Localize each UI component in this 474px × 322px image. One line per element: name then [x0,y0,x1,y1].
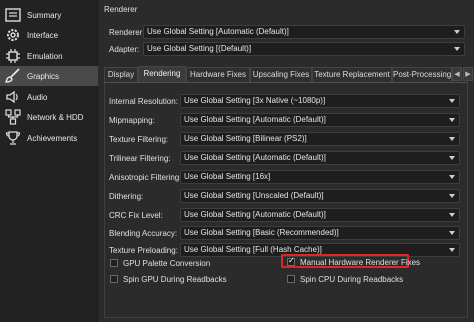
sidebar-item-label: Interface [27,31,59,40]
chevron-left-icon: ◀ [454,71,460,78]
trilinear-filtering-select[interactable]: Use Global Setting [Automatic (Default)] [180,151,460,165]
mipmapping-label: Mipmapping: [109,116,155,125]
tab-texture-replacement[interactable]: Texture Replacement [312,67,392,82]
checkbox-box[interactable] [110,275,118,283]
brush-icon [4,68,22,84]
manual-hardware-renderer-fixes-checkbox[interactable]: Manual Hardware Renderer Fixes [287,256,420,268]
tab-display[interactable]: Display [104,67,138,82]
tab-scroll-left-button[interactable]: ◀ [452,67,462,81]
anisotropic-filtering-label: Anisotropic Filtering: [109,173,182,182]
sidebar-item-graphics[interactable]: Graphics [0,66,98,86]
select-value: Use Global Setting [Automatic (Default)] [184,115,326,124]
select-value: Use Global Setting [16x] [184,172,271,181]
sidebar-item-label: Summary [27,11,62,20]
checkbox-box[interactable] [287,256,295,266]
chevron-down-icon [449,248,455,252]
chevron-down-icon [449,194,455,198]
dithering-label: Dithering: [109,192,144,201]
chevron-down-icon [449,213,455,217]
texture-preloading-label: Texture Preloading: [109,246,178,255]
chip-icon [4,48,22,64]
adapter-select-value: Use Global Setting [(Default)] [147,44,252,53]
sidebar-item-label: Emulation [27,52,63,61]
select-value: Use Global Setting [Bilinear (PS2)] [184,134,307,143]
mipmapping-select[interactable]: Use Global Setting [Automatic (Default)] [180,113,460,127]
chevron-down-icon [449,99,455,103]
chevron-down-icon [449,175,455,179]
chevron-right-icon: ▶ [465,71,471,78]
adapter-label: Adapter: [109,45,140,54]
select-value: Use Global Setting [Automatic (Default)] [184,210,326,219]
blending-accuracy-select[interactable]: Use Global Setting [Basic (Recommended)] [180,226,460,240]
internal-resolution-select[interactable]: Use Global Setting [3x Native (~1080p)] [180,94,460,108]
sidebar-item-network-hdd[interactable]: Network & HDD [0,107,98,127]
chevron-down-icon [449,118,455,122]
sidebar-item-label: Audio [27,93,48,102]
sidebar-item-label: Network & HDD [27,113,84,122]
interface-gear-icon [4,27,22,43]
gpu-palette-conversion-checkbox[interactable]: GPU Palette Conversion [110,257,210,269]
tab-post-processing[interactable]: Post-Processing [392,67,452,82]
tab-upscaling-fixes[interactable]: Upscaling Fixes [250,67,312,82]
spin-gpu-during-readbacks-checkbox[interactable]: Spin GPU During Readbacks [110,273,227,285]
select-value: Use Global Setting [3x Native (~1080p)] [184,96,326,105]
trophy-icon [4,130,22,146]
renderer-section-title: Renderer [104,5,138,14]
sidebar-item-emulation[interactable]: Emulation [0,46,98,66]
renderer-select[interactable]: Use Global Setting [Automatic (Default)] [143,25,465,39]
settings-sidebar: Summary Interface Emulation Graphics Aud… [0,0,98,322]
select-value: Use Global Setting [Basic (Recommended)] [184,228,339,237]
speaker-icon [4,89,22,105]
tab-hardware-fixes[interactable]: Hardware Fixes [186,67,250,82]
network-icon [4,109,22,125]
crc-fix-level-select[interactable]: Use Global Setting [Automatic (Default)] [180,208,460,222]
select-value: Use Global Setting [Full (Hash Cache)] [184,245,322,254]
summary-icon [4,7,22,23]
chevron-down-icon [454,47,460,51]
sidebar-item-label: Achievements [27,134,78,143]
texture-filtering-label: Texture Filtering: [109,135,169,144]
select-value: Use Global Setting [Automatic (Default)] [184,153,326,162]
crc-fix-level-label: CRC Fix Level: [109,211,163,220]
sidebar-item-audio[interactable]: Audio [0,87,98,107]
chevron-down-icon [449,231,455,235]
blending-accuracy-label: Blending Accuracy: [109,229,178,238]
checkbox-label: Manual Hardware Renderer Fixes [300,257,421,267]
sidebar-item-interface[interactable]: Interface [0,25,98,45]
sidebar-item-label: Graphics [27,72,60,81]
adapter-select[interactable]: Use Global Setting [(Default)] [143,42,465,56]
sidebar-item-summary[interactable]: Summary [0,5,98,25]
trilinear-filtering-label: Trilinear Filtering: [109,154,171,163]
checkbox-label: Spin GPU During Readbacks [123,274,227,284]
dithering-select[interactable]: Use Global Setting [Unscaled (Default)] [180,189,460,203]
checkbox-label: GPU Palette Conversion [123,258,211,268]
tab-scroll-right-button[interactable]: ▶ [463,67,473,81]
renderer-label: Renderer: [109,28,145,37]
chevron-down-icon [449,156,455,160]
checkbox-label: Spin CPU During Readbacks [300,274,404,284]
chevron-down-icon [449,137,455,141]
spin-cpu-during-readbacks-checkbox[interactable]: Spin CPU During Readbacks [287,273,403,285]
renderer-select-value: Use Global Setting [Automatic (Default)] [147,27,289,36]
tab-rendering[interactable]: Rendering [138,66,186,82]
internal-resolution-label: Internal Resolution: [109,97,178,106]
chevron-down-icon [454,30,460,34]
anisotropic-filtering-select[interactable]: Use Global Setting [16x] [180,170,460,184]
texture-filtering-select[interactable]: Use Global Setting [Bilinear (PS2)] [180,132,460,146]
checkbox-box[interactable] [287,275,295,283]
sidebar-item-achievements[interactable]: Achievements [0,128,98,148]
select-value: Use Global Setting [Unscaled (Default)] [184,191,324,200]
checkbox-box[interactable] [110,259,118,267]
